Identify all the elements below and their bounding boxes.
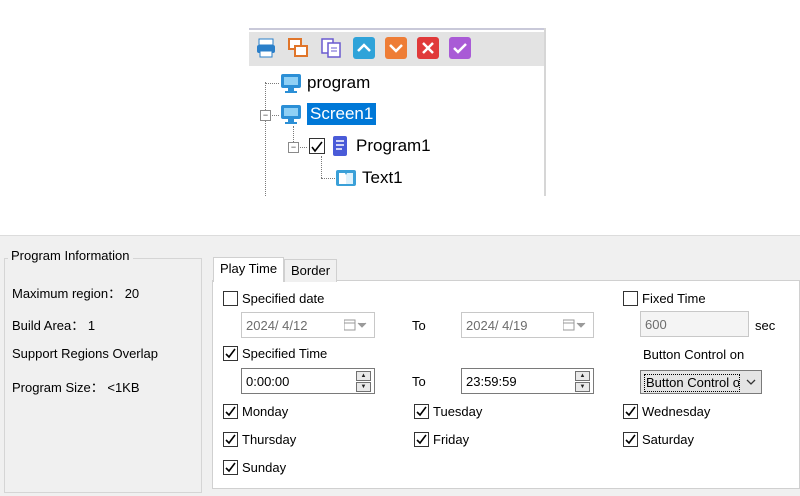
checkbox-box[interactable] <box>223 459 238 475</box>
checkbox-label: Monday <box>242 403 289 419</box>
tree-node-program[interactable]: program <box>280 70 370 96</box>
panel-top-border <box>249 28 546 30</box>
calendar-icon[interactable] <box>563 319 587 331</box>
checkbox-label: Specified date <box>242 290 325 306</box>
checkbox-box[interactable] <box>223 345 238 361</box>
print-icon[interactable] <box>255 37 277 59</box>
program-size-text: Program Size： <1KB <box>12 380 140 395</box>
start-time-field[interactable]: 0:00:00 ▲ ▼ <box>241 368 375 394</box>
spin-up-icon[interactable]: ▲ <box>575 371 590 381</box>
end-date-value: 2024/ 4/19 <box>466 317 528 333</box>
button-control-value: Button Control on <box>644 374 740 392</box>
checkbox-label: Specified Time <box>242 345 328 361</box>
time-to-label: To <box>412 374 426 389</box>
tree-node-checkbox[interactable] <box>309 138 325 154</box>
calendar-icon[interactable] <box>344 319 368 331</box>
checkbox-label: Fixed Time <box>642 290 706 306</box>
collapse-toggle[interactable]: − <box>260 110 271 121</box>
start-date-value: 2024/ 4/12 <box>246 317 308 333</box>
day-checkbox-thursday[interactable]: Thursday <box>223 430 296 448</box>
paste-icon[interactable] <box>320 37 342 59</box>
spin-down-icon[interactable]: ▼ <box>575 382 590 392</box>
tree-connector <box>321 178 335 179</box>
monitor-icon <box>281 105 301 124</box>
day-checkbox-sunday[interactable]: Sunday <box>223 458 286 476</box>
checkbox-box[interactable] <box>623 431 638 447</box>
monitor-icon <box>281 74 301 93</box>
build-area-text: Build Area： 1 <box>12 318 96 333</box>
tree-connector <box>265 83 279 84</box>
checkbox-label: Saturday <box>642 431 695 447</box>
tree-connector <box>321 156 322 178</box>
move-down-icon[interactable] <box>385 37 407 59</box>
day-checkbox-tuesday[interactable]: Tuesday <box>414 402 482 420</box>
overlap-text: Support Regions Overlap <box>12 346 158 361</box>
checkbox-label: Thursday <box>242 431 297 447</box>
button-control-select[interactable]: Button Control on <box>640 370 762 394</box>
book-icon <box>336 170 356 186</box>
day-checkbox-saturday[interactable]: Saturday <box>623 430 694 448</box>
checkbox-box[interactable] <box>223 431 238 447</box>
tab-play-time[interactable]: Play Time <box>213 257 285 282</box>
panel-right-border <box>544 28 546 196</box>
checkbox-label: Wednesday <box>642 403 711 419</box>
collapse-toggle[interactable]: − <box>288 142 299 153</box>
fixed-time-checkbox[interactable]: Fixed Time <box>623 289 706 307</box>
document-icon <box>333 136 347 156</box>
checkbox-label: Tuesday <box>433 403 483 419</box>
copy-window-icon[interactable] <box>287 37 309 59</box>
start-date-field[interactable]: 2024/ 4/12 <box>241 312 375 338</box>
end-time-value: 23:59:59 <box>466 373 517 389</box>
spin-up-icon[interactable]: ▲ <box>356 371 371 381</box>
end-time-field[interactable]: 23:59:59 ▲ ▼ <box>461 368 594 394</box>
start-time-value: 0:00:00 <box>246 373 290 389</box>
fixed-time-input[interactable]: 600 <box>640 311 749 337</box>
tree-node-text1[interactable]: Text1 <box>335 165 403 191</box>
checkbox-box[interactable] <box>223 403 238 419</box>
day-checkbox-friday[interactable]: Friday <box>414 430 469 448</box>
tree-node-label: Program1 <box>356 136 431 155</box>
checkbox-box[interactable] <box>414 431 429 447</box>
checkbox-label: Sunday <box>242 459 287 475</box>
end-date-field[interactable]: 2024/ 4/19 <box>461 312 594 338</box>
tree-node-label: Text1 <box>362 168 403 187</box>
tab-border[interactable]: Border <box>284 259 338 282</box>
seconds-unit-label: sec <box>755 318 776 333</box>
fixed-time-value: 600 <box>645 316 667 332</box>
tree-toolbar <box>249 32 544 66</box>
spin-down-icon[interactable]: ▼ <box>356 382 371 392</box>
program-tree-panel: − − program Screen1 Program1 Text1 <box>249 28 546 196</box>
specified-date-checkbox[interactable]: Specified date <box>223 289 324 307</box>
specified-time-checkbox[interactable]: Specified Time <box>223 344 327 362</box>
day-checkbox-wednesday[interactable]: Wednesday <box>623 402 710 420</box>
tree-connector <box>265 82 266 196</box>
day-checkbox-monday[interactable]: Monday <box>223 402 288 420</box>
tree-node-label: Screen1 <box>307 103 377 125</box>
tree-node-screen1[interactable]: Screen1 <box>280 101 377 127</box>
checkbox-box[interactable] <box>623 403 638 419</box>
button-control-label: Button Control on <box>643 347 745 362</box>
chevron-down-icon <box>746 379 756 385</box>
delete-icon[interactable] <box>417 37 439 59</box>
max-region-text: Maximum region： 20 <box>12 286 140 301</box>
checkbox-box[interactable] <box>223 290 238 306</box>
date-to-label: To <box>412 318 426 333</box>
checkbox-box[interactable] <box>623 290 638 306</box>
program-info-legend: Program Information <box>8 248 133 263</box>
tree-node-program1[interactable]: Program1 <box>309 133 431 159</box>
time-spinner[interactable]: ▲ ▼ <box>356 371 371 392</box>
checkbox-box[interactable] <box>414 403 429 419</box>
time-spinner[interactable]: ▲ ▼ <box>575 371 590 392</box>
move-up-icon[interactable] <box>353 37 375 59</box>
checkbox-label: Friday <box>433 431 470 447</box>
tree-node-label: program <box>307 73 371 92</box>
confirm-icon[interactable] <box>449 37 471 59</box>
